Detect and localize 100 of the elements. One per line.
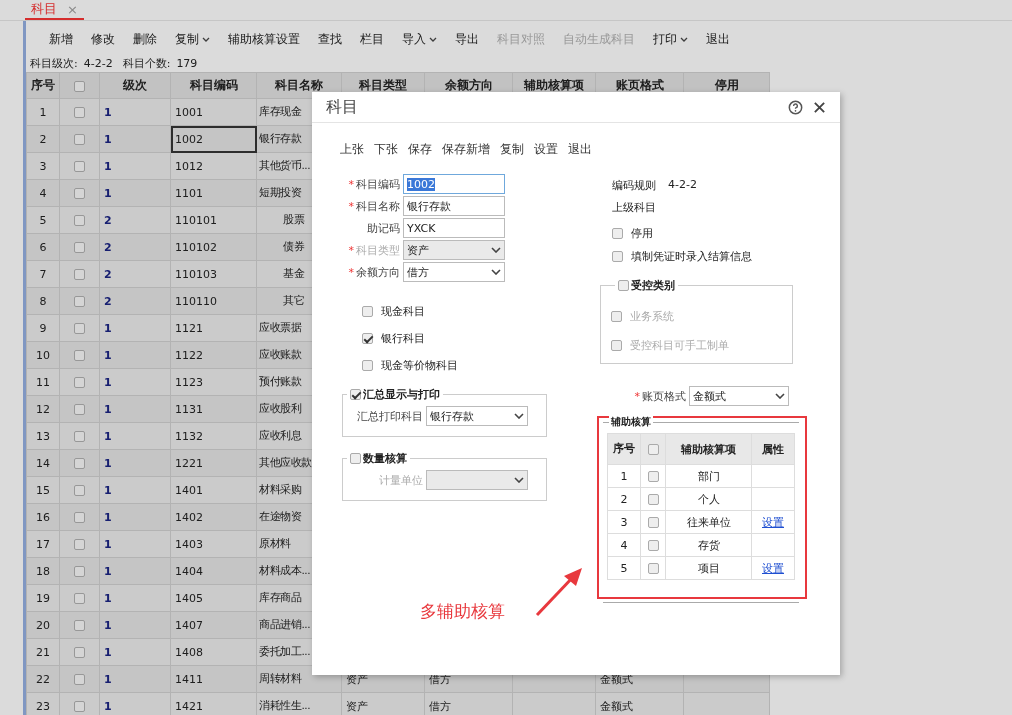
checkbox[interactable] — [350, 389, 361, 400]
checkbox-option[interactable]: 银行科目 — [362, 331, 595, 346]
checkbox[interactable] — [74, 296, 85, 307]
info-label: 编码规则 — [612, 178, 656, 192]
toolbar-button[interactable]: 退出 — [698, 29, 738, 50]
checkbox-option[interactable]: 现金科目 — [362, 304, 595, 319]
checkbox[interactable] — [74, 215, 85, 226]
checkbox[interactable] — [612, 251, 623, 262]
checkbox[interactable] — [362, 360, 373, 371]
column-header: 辅助核算项 — [665, 433, 752, 465]
summary-label: 科目级次: — [30, 58, 78, 70]
table-cell: 1404 — [170, 557, 257, 585]
checkbox[interactable] — [618, 280, 629, 291]
table-cell: 项目 — [665, 556, 752, 580]
checkbox[interactable] — [74, 701, 85, 712]
toolbar-button[interactable]: 下张 — [374, 141, 398, 158]
checkbox[interactable] — [647, 517, 659, 528]
table-cell: 1 — [99, 152, 171, 180]
checkbox[interactable] — [74, 80, 85, 92]
checkbox[interactable] — [74, 134, 85, 145]
table-cell: 存货 — [665, 533, 752, 557]
table-cell: 6 — [26, 233, 60, 261]
checkbox[interactable] — [74, 485, 85, 496]
checkbox[interactable] — [350, 453, 361, 464]
checkbox[interactable] — [74, 512, 85, 523]
table-cell: 1408 — [170, 638, 257, 666]
required-mark: * — [348, 199, 354, 213]
select-field[interactable]: 借方 — [403, 262, 505, 282]
toolbar-button[interactable]: 保存新增 — [442, 141, 490, 158]
checkbox[interactable] — [74, 593, 85, 604]
field-label: 账页格式 — [642, 388, 686, 404]
checkbox[interactable] — [74, 242, 85, 253]
toolbar-button[interactable]: 辅助核算设置 — [220, 29, 308, 50]
help-icon[interactable] — [788, 99, 803, 115]
checkbox[interactable] — [647, 471, 659, 482]
checkbox[interactable] — [74, 188, 85, 199]
checkbox[interactable] — [612, 228, 623, 239]
select-field[interactable]: 银行存款 — [426, 406, 528, 426]
checkbox[interactable] — [74, 620, 85, 631]
info-value: 4-2-2 — [668, 178, 697, 192]
field-label: 计量单位 — [378, 472, 423, 488]
toolbar-button[interactable]: 导出 — [447, 29, 487, 50]
input-field[interactable]: 银行存款 — [403, 196, 505, 216]
checkbox-option[interactable]: 填制凭证时录入结算信息 — [612, 249, 810, 264]
input-field[interactable]: YXCK — [403, 218, 505, 238]
table-cell: 1 — [99, 503, 171, 531]
toolbar-button[interactable]: 上张 — [340, 141, 364, 158]
group-title: 受控类别 — [631, 278, 675, 293]
table-cell: 1 — [99, 125, 171, 153]
checkbox[interactable] — [74, 539, 85, 550]
checkbox[interactable] — [74, 161, 85, 172]
checkbox[interactable] — [74, 269, 85, 280]
table-cell: 1 — [99, 476, 171, 504]
table-cell: 资产 — [346, 699, 368, 713]
input-field[interactable]: 1002 — [403, 174, 505, 194]
table-cell: 往来单位 — [665, 510, 752, 534]
caret-icon — [491, 247, 501, 253]
tab[interactable]: 科目 × — [25, 0, 84, 20]
table-cell: 1407 — [170, 611, 257, 639]
checkbox[interactable] — [647, 494, 659, 505]
checkbox[interactable] — [74, 647, 85, 658]
checkbox[interactable] — [74, 377, 85, 388]
table-cell: 1401 — [170, 476, 257, 504]
checkbox[interactable] — [74, 458, 85, 469]
toolbar-button[interactable]: 新增 — [41, 29, 81, 50]
annotation-text: 多辅助核算 — [420, 600, 505, 623]
checkbox[interactable] — [647, 540, 659, 551]
checkbox[interactable] — [74, 323, 85, 334]
checkbox[interactable] — [647, 444, 659, 455]
checkbox[interactable] — [362, 333, 373, 344]
column-header: 属性 — [751, 433, 795, 465]
toolbar-button[interactable]: 复制 — [167, 29, 218, 50]
toolbar-button[interactable]: 设置 — [534, 141, 558, 158]
field-label: 科目名称 — [356, 198, 400, 214]
checkbox[interactable] — [74, 431, 85, 442]
toolbar-button[interactable]: 保存 — [408, 141, 432, 158]
toolbar-button[interactable]: 栏目 — [352, 29, 392, 50]
toolbar-button[interactable]: 打印 — [645, 29, 696, 50]
table-cell: 金额式 — [600, 699, 633, 713]
toolbar-button[interactable]: 导入 — [394, 29, 445, 50]
toolbar-button[interactable]: 复制 — [500, 141, 524, 158]
checkbox[interactable] — [74, 107, 85, 118]
checkbox[interactable] — [74, 566, 85, 577]
select-field[interactable]: 金额式 — [689, 386, 789, 406]
checkbox-option[interactable]: 现金等价物科目 — [362, 358, 595, 373]
checkbox[interactable] — [362, 306, 373, 317]
toolbar-button[interactable]: 删除 — [125, 29, 165, 50]
checkbox[interactable] — [74, 674, 85, 685]
checkbox[interactable] — [74, 350, 85, 361]
toolbar-button[interactable]: 修改 — [83, 29, 123, 50]
close-icon[interactable] — [813, 100, 826, 114]
checkbox-option[interactable]: 停用 — [612, 226, 810, 241]
caret-icon — [491, 269, 501, 275]
toolbar-button[interactable]: 查找 — [310, 29, 350, 50]
caret-icon — [514, 477, 524, 483]
table-cell: 1 — [99, 584, 171, 612]
checkbox[interactable] — [74, 404, 85, 415]
table-cell: 2 — [99, 233, 171, 261]
toolbar-button[interactable]: 退出 — [568, 141, 592, 158]
checkbox[interactable] — [647, 563, 659, 574]
